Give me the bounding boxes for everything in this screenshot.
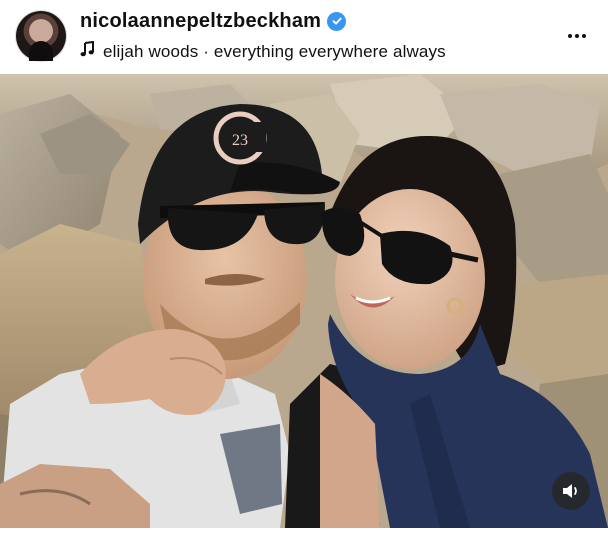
post-media[interactable]: 23 [0,74,608,528]
more-dot [568,34,572,38]
audio-track-link[interactable]: elijah woods · everything everywhere alw… [103,43,446,60]
post-header: nicolaannepeltzbeckham elijah woods · ev… [0,0,608,72]
more-options-button[interactable] [564,23,590,49]
profile-avatar[interactable] [16,11,66,61]
cap-logo-text: 23 [232,132,248,149]
username-link[interactable]: nicolaannepeltzbeckham [80,11,321,31]
verified-badge-icon [327,11,347,31]
audio-row[interactable]: elijah woods · everything everywhere alw… [80,40,564,61]
more-dot [575,34,579,38]
more-dot [582,34,586,38]
username-row: nicolaannepeltzbeckham [80,11,564,31]
post-photo: 23 [0,74,608,528]
volume-button[interactable] [552,472,590,510]
speaker-volume-icon [561,482,581,500]
music-note-icon [80,40,95,61]
header-text: nicolaannepeltzbeckham elijah woods · ev… [80,11,564,61]
